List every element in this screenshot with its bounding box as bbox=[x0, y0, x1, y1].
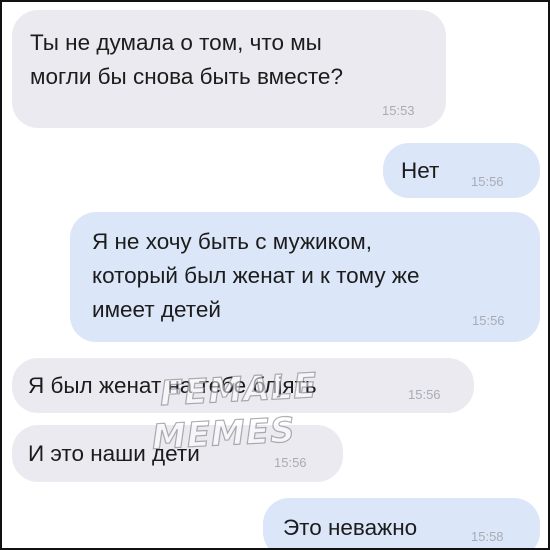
message-bubble-incoming[interactable]: Я был женат на тебе блјять 15:56 bbox=[12, 358, 474, 413]
message-text-line: Я не хочу быть с мужиком, bbox=[92, 229, 372, 254]
message-bubble-incoming[interactable]: И это наши дети 15:56 bbox=[12, 425, 343, 482]
message-text-line: Это неважно bbox=[283, 515, 418, 540]
message-text-line: Ты не думала о том, что мы bbox=[30, 30, 322, 55]
message-bubble-outgoing[interactable]: Я не хочу быть с мужиком, который был же… bbox=[70, 212, 540, 342]
message-bubble-outgoing[interactable]: Это неважно 15:58 bbox=[263, 498, 540, 548]
chat-screenshot: Ты не думала о том, что мы могли бы снов… bbox=[0, 0, 550, 550]
message-text-line: И это наши дети bbox=[28, 441, 200, 466]
message-timestamp: 15:56 bbox=[408, 387, 441, 402]
message-text-line: имеет детей bbox=[92, 297, 221, 322]
message-bubble-incoming[interactable]: Ты не думала о том, что мы могли бы снов… bbox=[12, 10, 446, 128]
message-bubble-outgoing[interactable]: Нет 15:56 bbox=[383, 143, 540, 198]
message-timestamp: 15:53 bbox=[382, 103, 415, 118]
message-timestamp: 15:56 bbox=[274, 455, 307, 470]
message-text-line: который был женат и к тому же bbox=[92, 263, 420, 288]
message-timestamp: 15:58 bbox=[471, 529, 504, 544]
message-text-line: могли бы снова быть вместе? bbox=[30, 64, 343, 89]
message-text-line: Нет bbox=[401, 158, 440, 183]
message-timestamp: 15:56 bbox=[471, 174, 504, 189]
message-timestamp: 15:56 bbox=[472, 313, 505, 328]
message-text-line: Я был женат на тебе блјять bbox=[28, 373, 317, 398]
